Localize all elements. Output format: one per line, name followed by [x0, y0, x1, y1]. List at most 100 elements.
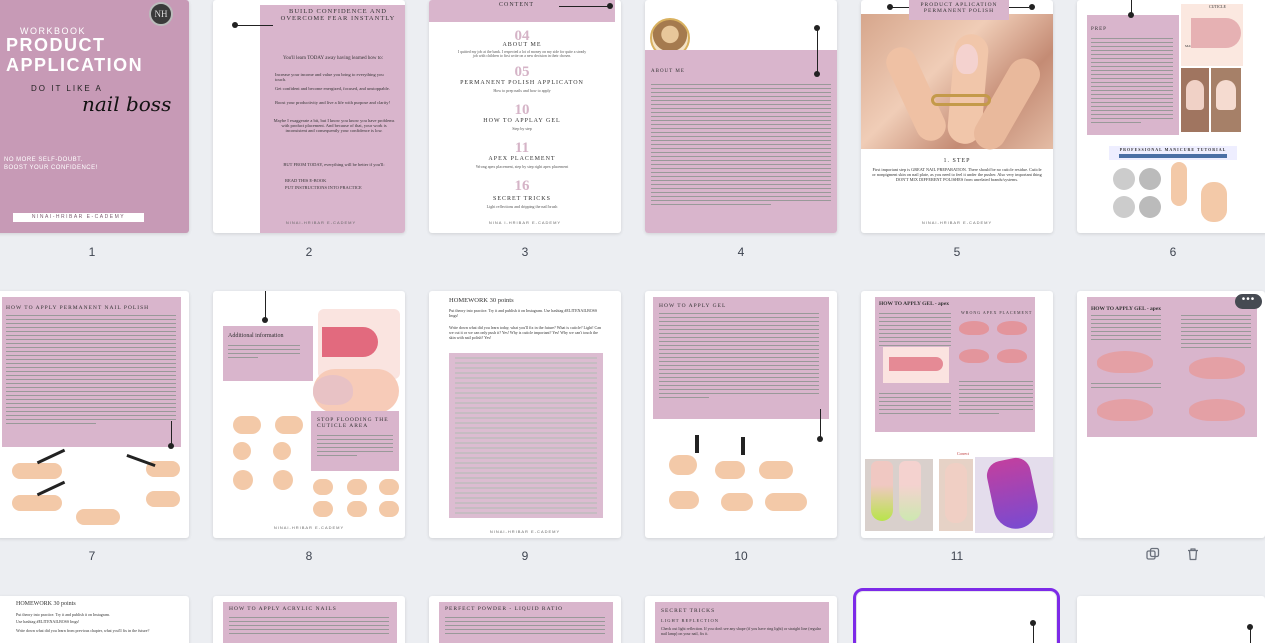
- nail-diagram: CUTICLE MATRIX: [1181, 4, 1243, 66]
- page-heading: SECRET TRICKS: [661, 608, 716, 614]
- warning-title: STOP FLOODING THE CUTICLE AREA: [317, 417, 389, 429]
- page-heading: ABOUT ME: [651, 69, 685, 74]
- toc-desc-3: Step by step: [512, 126, 532, 131]
- cuticle-diagrams: [223, 416, 313, 496]
- sub-heading: LIGHT REFLECTION: [661, 618, 720, 623]
- body-text: [445, 617, 605, 637]
- page-number-4: 4: [737, 245, 745, 259]
- nail-photo-2: [939, 459, 973, 531]
- nail-side: [883, 347, 949, 383]
- body-text: [1091, 383, 1161, 391]
- page-heading: BUILD CONFIDENCE AND OVERCOME FEAR INSTA…: [280, 8, 396, 22]
- page-heading: PREP: [1091, 27, 1107, 32]
- logo: NH: [149, 2, 173, 26]
- nail-closeup: [313, 369, 399, 413]
- page-heading: HOMEWORK 30 points: [16, 601, 76, 607]
- page-footer: NINAI-HRIBAR E-CADEMY: [921, 220, 993, 225]
- page-thumbnail-10[interactable]: HOW TO APPLY GEL: [645, 291, 837, 538]
- ring: [931, 94, 991, 106]
- page-heading: HOW TO APPLY ACRYLIC NAILS: [229, 606, 337, 612]
- homework-text-3: Write down what did you learn from previ…: [16, 628, 150, 633]
- divider-line: [817, 28, 818, 74]
- cover-brand: NINAI-HRIBAR E-CADEMY: [13, 213, 144, 222]
- toc-title-5: SECRET TRICKS: [493, 196, 551, 202]
- page-heading: HOW TO APPLY GEL - apex: [1091, 306, 1162, 312]
- page-thumbnail-14[interactable]: HOW TO APPLY ACRYLIC NAILS: [213, 596, 405, 643]
- body-text: [229, 617, 389, 637]
- page-number-1: 1: [88, 245, 96, 259]
- page-thumbnail-1[interactable]: NH WORKBOOK PRODUCT APPLICATION DO IT LI…: [0, 0, 189, 233]
- bullet-3: Boost your productivity and live a life …: [275, 100, 390, 105]
- homework-text-2: Use hashtag #ELITENAILBOSS Imgs!: [16, 619, 80, 624]
- bullet-1: Increase your income and value you bring…: [275, 72, 384, 82]
- nail-photo-1: [865, 459, 933, 531]
- paragraph-2: BUT FROM TODAY, everything will be bette…: [283, 162, 385, 167]
- toc-desc-1: I quitted my job at the bank. I respecte…: [457, 50, 587, 58]
- cover-title-1: PRODUCT: [6, 35, 106, 55]
- cover-title-2: APPLICATION: [6, 55, 144, 75]
- toc-title-1: ABOUT ME: [502, 42, 542, 48]
- cover-tagline-1: NO MORE SELF-DOUBT.: [4, 157, 83, 163]
- cover-tagline-2: BOOST YOUR CONFIDENCE!: [4, 165, 98, 171]
- homework-text-2: Write down what did you learn today, wha…: [449, 325, 601, 340]
- delete-page-button[interactable]: [1183, 546, 1203, 566]
- page-number-8: 8: [305, 549, 313, 563]
- page-thumbnail-5[interactable]: PRODUCT APLICATION PERMANENT POLISH 1. S…: [861, 0, 1053, 233]
- page-thumbnail-15[interactable]: PERFECT POWDER - LIQUID RATIO: [429, 596, 621, 643]
- page-thumbnail-11[interactable]: HOW TO APPLY GEL - apex WRONG APEX PLACE…: [861, 291, 1053, 538]
- page-heading: HOW TO APPLY GEL: [659, 303, 727, 309]
- page-heading: HOW TO APPLY GEL - apex: [879, 301, 950, 307]
- divider-line: [1009, 7, 1029, 8]
- nail-diagram: [1189, 357, 1245, 379]
- page-thumbnail-7[interactable]: HOW TO APPLY PERMANENT NAIL POLISH: [0, 291, 189, 538]
- page-thumbnail-2[interactable]: BUILD CONFIDENCE AND OVERCOME FEAR INSTA…: [213, 0, 405, 233]
- paragraph: Maybe I exaggerate a bit, but I know you…: [273, 118, 395, 133]
- step-title: 1. STEP: [943, 158, 971, 164]
- page-heading: HOW TO APPLY PERMANENT NAIL POLISH: [6, 305, 150, 311]
- page-thumbnail-4[interactable]: ABOUT ME: [645, 0, 837, 233]
- cuticle-label: CUTICLE: [1209, 4, 1226, 9]
- body-text: [879, 393, 951, 417]
- page-more-options-button[interactable]: •••: [1235, 294, 1262, 309]
- nail-diagram: [1189, 399, 1245, 421]
- finger-diagrams: [313, 475, 399, 525]
- nail: [956, 44, 978, 74]
- duplicate-page-button[interactable]: [1143, 546, 1163, 566]
- step-text: First important step is GREAT NAIL PREPA…: [872, 167, 1042, 182]
- homework-text-1: Put theory into practice. Try it and pub…: [16, 612, 110, 617]
- nail-shape: [1191, 18, 1241, 48]
- page-thumbnail-18[interactable]: [1077, 596, 1265, 643]
- list-1: READ THIS E-BOOK: [285, 178, 327, 183]
- sub-heading: WRONG APEX PLACEMENT: [961, 310, 1033, 315]
- cover-script-2: nail boss: [82, 92, 172, 116]
- tutorial-title: PROFESSIONAL MANICURE TUTORIAL: [1119, 147, 1227, 152]
- divider-line: [889, 7, 909, 8]
- info-title: Additional information: [228, 333, 284, 339]
- page-thumbnail-13[interactable]: HOMEWORK 30 points Put theory into pract…: [0, 596, 189, 643]
- info-text: [228, 345, 300, 361]
- page-thumbnail-12[interactable]: HOW TO APPLY GEL - apex: [1077, 291, 1265, 538]
- page-footer: NINAI-HRIBAR E-CADEMY: [489, 529, 561, 534]
- nail-diagram: [1097, 351, 1153, 373]
- warning-text: [317, 435, 393, 459]
- nail-diagram: [1097, 399, 1153, 421]
- body-text: [651, 84, 831, 208]
- list-2: PUT INSTRUCTIONS INTO PRACTICE: [285, 185, 362, 190]
- toc-title-2: PERMANENT POLISH APPLICATON: [460, 80, 584, 86]
- page-thumbnail-9[interactable]: HOMEWORK 30 points Put theory into pract…: [429, 291, 621, 538]
- page-thumbnail-8[interactable]: Additional information STOP FLOODING THE…: [213, 291, 405, 538]
- page-thumbnail-3[interactable]: CONTENT 04 ABOUT ME I quitted my job at …: [429, 0, 621, 233]
- bullet-dot: [1030, 620, 1036, 626]
- divider-line: [235, 25, 273, 26]
- bullet-dot: [1029, 4, 1035, 10]
- page-thumbnail-16[interactable]: SECRET TRICKS LIGHT REFLECTION Check out…: [645, 596, 837, 643]
- hand-photo: [861, 14, 1053, 156]
- intro-text: You'll learn TODAY away having learned h…: [283, 56, 383, 61]
- toc-title-4: APEX PLACEMENT: [488, 156, 556, 162]
- writing-area[interactable]: [449, 353, 603, 518]
- bullet-dot: [607, 3, 613, 9]
- page-thumbnail-6[interactable]: PREP CUTICLE MATRIX PROFESSIONAL MANICUR…: [1077, 0, 1265, 233]
- toc-num-4: 11: [514, 140, 530, 156]
- page-thumbnail-17[interactable]: [853, 588, 1060, 643]
- bullet-dot: [1247, 624, 1253, 630]
